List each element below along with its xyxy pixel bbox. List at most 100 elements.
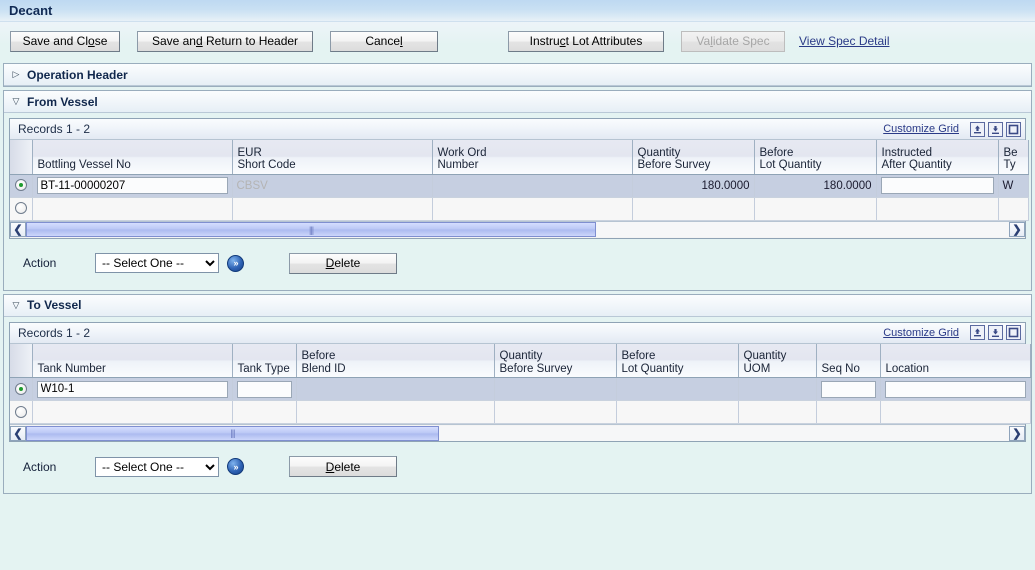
scroll-right-arrow-icon[interactable]: ❯ [1009, 222, 1025, 237]
table-row[interactable] [10, 197, 1029, 221]
save-and-return-to-header-button[interactable]: Save and Return to Header [137, 30, 313, 52]
bottling-vessel-no-input[interactable] [36, 177, 228, 194]
from-vessel-scroll-track[interactable]: ||| [26, 222, 1009, 237]
detach-window-icon[interactable] [1006, 121, 1021, 137]
view-spec-detail-link[interactable]: View Spec Detail [799, 34, 890, 48]
detach-window-icon[interactable] [1006, 325, 1021, 340]
scroll-left-arrow-icon[interactable]: ❮ [10, 425, 26, 441]
tank-type-input[interactable] [236, 380, 292, 398]
row-radio-unselected[interactable] [14, 202, 27, 215]
col-quantity-before-survey[interactable]: Quantity Before Survey [494, 343, 617, 378]
col-line1: Instructed [881, 146, 933, 159]
from-vessel-go-button[interactable]: » [227, 254, 244, 272]
from-vessel-section: ▽ From Vessel Records 1 - 2 Customize Gr… [3, 90, 1032, 291]
col-work-ord-number[interactable]: Work Ord Number [432, 140, 633, 175]
col-tank-type[interactable]: Tank Type [232, 343, 297, 378]
to-vessel-delete-button[interactable]: Delete [289, 456, 397, 477]
to-vessel-title: To Vessel [27, 298, 82, 312]
seq-no-input[interactable] [820, 380, 876, 398]
col-eur-short-code[interactable]: EUR Short Code [232, 140, 433, 175]
col-location[interactable]: Location [880, 343, 1031, 378]
cell-instructed-after-quantity[interactable] [876, 174, 999, 198]
row-radio-selected[interactable] [14, 179, 27, 192]
col-bottling-vessel-no[interactable]: Bottling Vessel No [32, 140, 233, 175]
to-vessel-select-col-header [10, 343, 33, 378]
operation-header-section-header[interactable]: ▷ Operation Header [4, 64, 1031, 86]
col-line2: UOM [743, 362, 771, 375]
export-down-icon[interactable] [988, 121, 1003, 137]
cell-tank-type[interactable] [232, 377, 297, 401]
to-vessel-customize-grid-link[interactable]: Customize Grid [883, 327, 959, 339]
to-vessel-grid: Records 1 - 2 Customize Grid Tank Number… [9, 321, 1031, 442]
row-radio-selected[interactable] [14, 382, 27, 395]
to-vessel-section-header[interactable]: ▽ To Vessel [4, 294, 1031, 317]
col-line1: Quantity [637, 146, 681, 159]
export-up-icon[interactable] [970, 121, 985, 137]
from-vessel-customize-grid-link[interactable]: Customize Grid [883, 123, 959, 135]
col-quantity-before-survey[interactable]: Quantity Before Survey [632, 140, 755, 175]
validate-spec-button: Validate Spec [681, 30, 785, 52]
to-vessel-action-select[interactable]: -- Select One -- [95, 456, 219, 477]
col-instructed-after-quantity[interactable]: Instructed After Quantity [876, 140, 999, 175]
from-vessel-section-header[interactable]: ▽ From Vessel [4, 91, 1031, 113]
col-before-lot-quantity[interactable]: Before Lot Quantity [754, 140, 877, 175]
cell-bottling-vessel-no[interactable] [32, 197, 233, 221]
chevron-down-icon[interactable]: ▽ [9, 300, 23, 310]
row-radio-unselected[interactable] [14, 405, 27, 418]
cell-bottling-vessel-no[interactable] [32, 174, 233, 198]
export-up-icon[interactable] [970, 325, 985, 340]
from-vessel-delete-button[interactable]: Delete [289, 252, 397, 274]
col-line2: Lot Quantity [759, 159, 822, 171]
to-vessel-scroll-track[interactable]: ||| [26, 425, 1009, 441]
from-vessel-grid: Records 1 - 2 Customize Grid Bottling Ve… [9, 118, 1029, 239]
col-before-type[interactable]: Be Ty [998, 140, 1029, 175]
col-line2: Before Survey [637, 159, 711, 171]
row-select-cell[interactable] [10, 400, 33, 424]
cell-location[interactable] [880, 377, 1031, 401]
cancel-button[interactable]: Cancel [330, 30, 438, 52]
col-line2: After Quantity [881, 159, 952, 171]
cell-seq-no[interactable] [816, 377, 881, 401]
export-down-icon[interactable] [988, 325, 1003, 340]
col-line2: Tank Type [237, 362, 290, 375]
chevron-down-icon[interactable]: ▽ [9, 97, 23, 106]
cell-quantity-before-survey [494, 400, 617, 424]
table-row[interactable] [10, 400, 1031, 424]
instruct-lot-attributes-button[interactable]: Instruct Lot Attributes [508, 30, 664, 52]
from-vessel-action-select[interactable]: -- Select One -- [95, 253, 219, 273]
operation-header-section: ▷ Operation Header [3, 63, 1032, 87]
table-row[interactable]: CBSV 180.0000 180.0000 [10, 174, 1029, 198]
col-line1: Quantity [743, 350, 787, 362]
scroll-right-arrow-icon[interactable]: ❯ [1009, 425, 1025, 441]
to-vessel-horizontal-scrollbar[interactable]: ❮ ||| ❯ [10, 424, 1025, 441]
row-select-cell[interactable] [10, 174, 33, 198]
from-vessel-horizontal-scrollbar[interactable]: ❮ ||| ❯ [10, 220, 1025, 238]
scroll-left-arrow-icon[interactable]: ❮ [10, 222, 26, 237]
cell-before-lot-quantity [754, 197, 877, 221]
save-and-close-button[interactable]: Save and Close [10, 30, 120, 52]
col-line2: Bottling Vessel No [37, 159, 131, 171]
cell-before-blend-id [296, 377, 495, 401]
row-select-cell[interactable] [10, 377, 33, 401]
col-tank-number[interactable]: Tank Number [32, 343, 233, 378]
col-before-lot-quantity[interactable]: Before Lot Quantity [616, 343, 739, 378]
table-row[interactable] [10, 377, 1031, 401]
location-input[interactable] [884, 380, 1026, 398]
from-vessel-action-label: Action [23, 256, 57, 270]
to-vessel-scroll-thumb[interactable]: ||| [26, 425, 439, 441]
cell-work-ord-number [432, 197, 633, 221]
to-vessel-go-button[interactable]: » [227, 458, 244, 475]
col-seq-no[interactable]: Seq No [816, 343, 881, 378]
tank-number-input[interactable] [36, 380, 228, 398]
chevron-right-icon[interactable]: ▷ [9, 70, 23, 79]
col-quantity-uom[interactable]: Quantity UOM [738, 343, 817, 378]
cell-tank-number[interactable] [32, 377, 233, 401]
to-vessel-records-label: Records 1 - 2 [18, 325, 91, 340]
row-select-cell[interactable] [10, 197, 33, 221]
instructed-after-quantity-input[interactable] [880, 177, 994, 194]
from-vessel-scroll-thumb[interactable]: ||| [26, 222, 597, 237]
col-before-blend-id[interactable]: Before Blend ID [296, 343, 495, 378]
operation-header-title: Operation Header [27, 67, 128, 82]
col-line2: Location [885, 362, 929, 375]
cell-before-type [998, 197, 1029, 221]
